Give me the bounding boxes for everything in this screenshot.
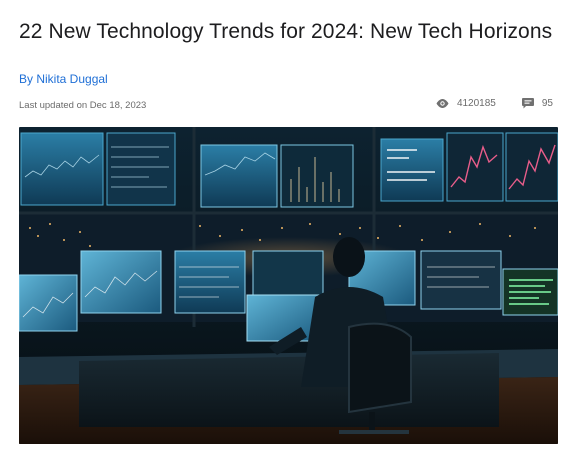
views-stat: 4120185 bbox=[436, 98, 496, 109]
comments-stat[interactable]: 95 bbox=[521, 98, 553, 109]
comments-count: 95 bbox=[541, 98, 553, 109]
last-updated: Last updated on Dec 18, 2023 bbox=[19, 100, 147, 111]
article-title: 22 New Technology Trends for 2024: New T… bbox=[19, 20, 553, 43]
hero-image bbox=[19, 127, 558, 444]
views-count: 4120185 bbox=[456, 98, 496, 109]
comment-icon bbox=[521, 98, 534, 109]
author-link[interactable]: By Nikita Duggal bbox=[19, 72, 108, 86]
eye-icon bbox=[436, 99, 449, 108]
article-stats: 4120185 95 bbox=[436, 98, 553, 109]
hero-illustration bbox=[19, 127, 558, 444]
